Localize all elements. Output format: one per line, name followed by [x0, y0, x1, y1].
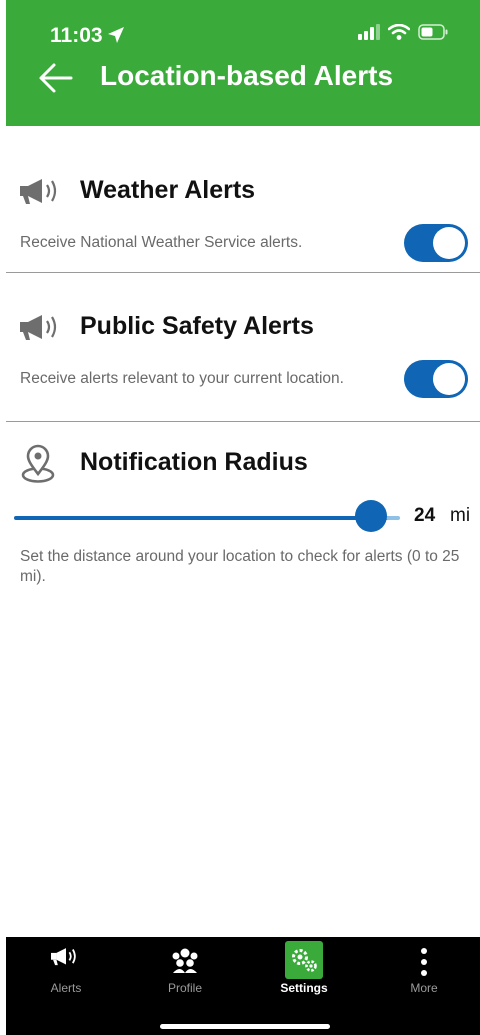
radius-description: Set the distance around your location to… [20, 548, 460, 585]
home-indicator[interactable] [160, 1024, 330, 1029]
weather-alerts-description: Receive National Weather Service alerts. [20, 234, 303, 251]
weather-alerts-section: Weather Alerts Receive National Weather … [6, 126, 480, 274]
gears-icon [285, 941, 323, 979]
radius-slider-remaining[interactable] [386, 516, 400, 520]
tab-more-label: More [410, 981, 438, 995]
location-pin-icon [20, 444, 56, 489]
location-arrow-icon [107, 27, 124, 43]
public-safety-title: Public Safety Alerts [80, 312, 314, 340]
notification-radius-title: Notification Radius [80, 448, 308, 476]
tab-profile[interactable]: Profile [145, 937, 225, 1007]
wifi-icon [388, 24, 410, 40]
radius-value: 24 [414, 505, 436, 526]
more-vertical-icon [420, 947, 428, 982]
megaphone-icon [51, 947, 81, 972]
battery-icon [418, 24, 448, 40]
public-safety-section: Public Safety Alerts Receive alerts rele… [6, 274, 480, 422]
status-time-text: 11:03 [50, 24, 103, 47]
public-safety-toggle[interactable] [404, 360, 468, 398]
radius-slider-thumb[interactable] [355, 500, 387, 532]
tab-alerts[interactable]: Alerts [26, 937, 106, 1007]
divider [6, 272, 480, 273]
signal-icon [358, 24, 380, 40]
radius-slider-track[interactable] [14, 516, 394, 520]
tab-more[interactable]: More [384, 937, 464, 1007]
radius-unit: mi [450, 505, 471, 526]
weather-alerts-toggle[interactable] [404, 224, 468, 262]
megaphone-icon [20, 314, 64, 347]
tab-alerts-label: Alerts [50, 981, 82, 995]
back-arrow-icon [39, 63, 73, 93]
status-icons [358, 24, 448, 40]
tab-profile-label: Profile [167, 981, 202, 995]
toggle-knob [433, 363, 465, 395]
tab-settings-label: Settings [280, 981, 328, 995]
toggle-knob [433, 227, 465, 259]
public-safety-description: Receive alerts relevant to your current … [20, 370, 344, 387]
page-title: Location-based Alerts [100, 60, 394, 91]
weather-alerts-title: Weather Alerts [80, 176, 256, 204]
megaphone-icon [20, 178, 64, 211]
status-time: 11:03 [50, 24, 125, 48]
back-button[interactable] [36, 58, 76, 98]
people-icon [170, 947, 200, 978]
tab-settings[interactable]: Settings [264, 937, 344, 1007]
tab-bar: Alerts Profile Settings More [6, 937, 480, 1035]
app-header: 11:03 Location-based Alerts [6, 0, 480, 126]
